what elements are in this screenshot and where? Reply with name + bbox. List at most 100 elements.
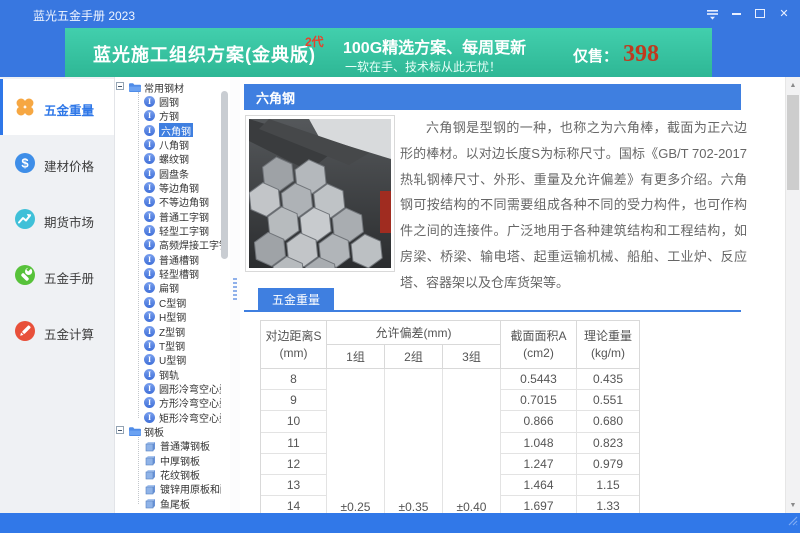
skin-menu-icon[interactable] bbox=[700, 4, 724, 24]
line-chart-icon bbox=[14, 208, 36, 230]
tree-item[interactable]: I 普通工字钢 bbox=[115, 209, 221, 223]
tree-item[interactable]: I H型钢 bbox=[115, 310, 221, 324]
cell-tolerance-3 bbox=[443, 411, 501, 432]
info-badge-icon: I bbox=[144, 182, 155, 193]
tree-item[interactable]: I 等边角钢 bbox=[115, 180, 221, 194]
cell-tolerance-2 bbox=[385, 390, 443, 411]
tree-item[interactable]: I 不等边角钢 bbox=[115, 195, 221, 209]
steel-plate-icon bbox=[144, 454, 156, 466]
tree-item-label: 鱼尾板 bbox=[160, 496, 190, 510]
col-header-group1: 1组 bbox=[327, 345, 385, 368]
tree-item-label: 扁钢 bbox=[159, 281, 179, 295]
tree-item[interactable]: 镀锌用原板和酸... bbox=[115, 482, 221, 496]
tree-item[interactable]: 鱼尾板 bbox=[115, 496, 221, 510]
tree-item[interactable]: I T型钢 bbox=[115, 338, 221, 352]
collapse-toggle-icon[interactable] bbox=[116, 426, 124, 434]
cell-weight: 0.979 bbox=[577, 454, 639, 475]
cell-distance: 10 bbox=[261, 411, 327, 432]
cell-weight: 0.680 bbox=[577, 411, 639, 432]
tree-item[interactable]: I 扁钢 bbox=[115, 281, 221, 295]
tree-item-label: 花纹钢板 bbox=[160, 467, 200, 481]
tree-item[interactable]: I 圆形冷弯空心型... bbox=[115, 381, 221, 395]
tree-item[interactable]: 普通薄钢板 bbox=[115, 439, 221, 453]
splitter-handle-icon[interactable] bbox=[233, 278, 237, 302]
tree-item[interactable]: I 轻型槽钢 bbox=[115, 266, 221, 280]
tree-group-steel-plate: 普通薄钢板 中厚钢板 花纹钢板 镀锌用原板和酸... 鱼尾板 bbox=[115, 439, 221, 511]
promo-banner[interactable]: 蓝光施工组织方案(金典版) 2代 100G精选方案、每周更新 一软在手、技术标从… bbox=[65, 28, 712, 77]
sidebar-item-label: 建材价格 bbox=[44, 156, 94, 175]
cell-area: 1.697 bbox=[501, 496, 577, 513]
col-header-group3: 3组 bbox=[443, 345, 501, 368]
sidebar-item-hardware-weight[interactable]: 五金重量 bbox=[0, 79, 114, 135]
tree-item[interactable]: I 高频焊接工字钢 bbox=[115, 238, 221, 252]
col-header-group2: 2组 bbox=[385, 345, 443, 368]
cell-tolerance-3 bbox=[443, 475, 501, 496]
sidebar-item-label: 五金重量 bbox=[44, 100, 94, 119]
scrollbar-thumb[interactable] bbox=[787, 95, 799, 190]
tree-item-label: 等边角钢 bbox=[159, 180, 199, 194]
cell-distance: 9 bbox=[261, 390, 327, 411]
minimize-button[interactable] bbox=[724, 4, 748, 24]
wrench-icon bbox=[14, 264, 36, 286]
info-badge-icon: I bbox=[144, 397, 155, 408]
maximize-button[interactable] bbox=[748, 4, 772, 24]
scroll-down-icon[interactable]: ▼ bbox=[786, 498, 800, 512]
tab-hardware-weight[interactable]: 五金重量 bbox=[258, 288, 334, 310]
folder-icon bbox=[128, 426, 141, 437]
scroll-up-icon[interactable]: ▲ bbox=[786, 78, 800, 92]
app-body: 五金重量 $ 建材价格 期货市场 五金手册 bbox=[0, 77, 800, 513]
tree-item[interactable]: I 普通槽钢 bbox=[115, 252, 221, 266]
tree-item-label: 矩形冷弯空心型... bbox=[159, 410, 221, 424]
tree-folder-common-steel[interactable]: 常用钢材 bbox=[115, 80, 221, 94]
tree-item-label: 高频焊接工字钢 bbox=[159, 238, 221, 252]
main-content: 六角钢 bbox=[240, 77, 785, 513]
tree-folder-steel-plate[interactable]: 钢板 bbox=[115, 424, 221, 438]
tree-item[interactable]: I 圆钢 bbox=[115, 94, 221, 108]
info-badge-icon: I bbox=[144, 225, 155, 236]
sidebar-item-label: 五金手册 bbox=[44, 268, 94, 287]
tree-item[interactable]: 花纹钢板 bbox=[115, 467, 221, 481]
cell-area: 0.5443 bbox=[501, 369, 577, 390]
close-button[interactable]: ✕ bbox=[772, 4, 796, 24]
sidebar-item-material-price[interactable]: $ 建材价格 bbox=[0, 135, 114, 191]
table-row: 11 1.048 0.823 bbox=[261, 433, 639, 454]
tree-scrollbar-thumb[interactable] bbox=[221, 91, 228, 259]
tree-folder-label: 钢板 bbox=[144, 424, 164, 438]
col-header-tolerance: 允许偏差(mm) bbox=[327, 321, 501, 345]
tree-item[interactable]: I 方形冷弯空心型... bbox=[115, 396, 221, 410]
tree-folder-label: 常用钢材 bbox=[144, 80, 184, 94]
cell-tolerance-2 bbox=[385, 411, 443, 432]
tree-item[interactable]: I 矩形冷弯空心型... bbox=[115, 410, 221, 424]
tree-item[interactable]: I 螺纹钢 bbox=[115, 152, 221, 166]
tree-item[interactable]: I 钢轨 bbox=[115, 367, 221, 381]
sidebar-item-hardware-manual[interactable]: 五金手册 bbox=[0, 247, 114, 303]
sidebar-item-futures-market[interactable]: 期货市场 bbox=[0, 191, 114, 247]
info-badge-icon: I bbox=[144, 326, 155, 337]
tree-item[interactable]: I 圆盘条 bbox=[115, 166, 221, 180]
tree-item[interactable]: I 八角钢 bbox=[115, 137, 221, 151]
collapse-toggle-icon[interactable] bbox=[116, 82, 124, 90]
tree-item[interactable]: I 轻型工字钢 bbox=[115, 223, 221, 237]
tree-item[interactable]: I 方钢 bbox=[115, 109, 221, 123]
resize-grip[interactable] bbox=[786, 513, 798, 531]
hex-steel-photo bbox=[245, 115, 395, 272]
tree-item[interactable]: I U型钢 bbox=[115, 353, 221, 367]
sidebar-item-hardware-calculator[interactable]: 五金计算 bbox=[0, 303, 114, 359]
steel-plate-icon bbox=[144, 440, 156, 452]
promo-subline: 一软在手、技术标从此无忧！ bbox=[345, 58, 501, 75]
promo-price: 仅售： 398 bbox=[573, 41, 659, 68]
steel-plate-icon bbox=[144, 468, 156, 480]
svg-text:$: $ bbox=[21, 156, 29, 171]
panel-splitter[interactable] bbox=[230, 77, 240, 513]
tree-item-label: 轻型工字钢 bbox=[159, 223, 209, 237]
tree-item[interactable]: I Z型钢 bbox=[115, 324, 221, 338]
tree-item[interactable]: I 六角钢 bbox=[115, 123, 221, 137]
cell-weight: 1.15 bbox=[577, 475, 639, 496]
tree-item[interactable]: I C型钢 bbox=[115, 295, 221, 309]
info-badge-icon: I bbox=[144, 282, 155, 293]
tree-item[interactable]: 中厚钢板 bbox=[115, 453, 221, 467]
tree-item-label: 不等边角钢 bbox=[159, 195, 209, 209]
tree-item-label: 普通薄钢板 bbox=[160, 439, 210, 453]
content-scrollbar[interactable]: ▲ ▼ bbox=[785, 77, 800, 513]
col-header-distance: 对边距离S(mm) bbox=[261, 321, 327, 368]
